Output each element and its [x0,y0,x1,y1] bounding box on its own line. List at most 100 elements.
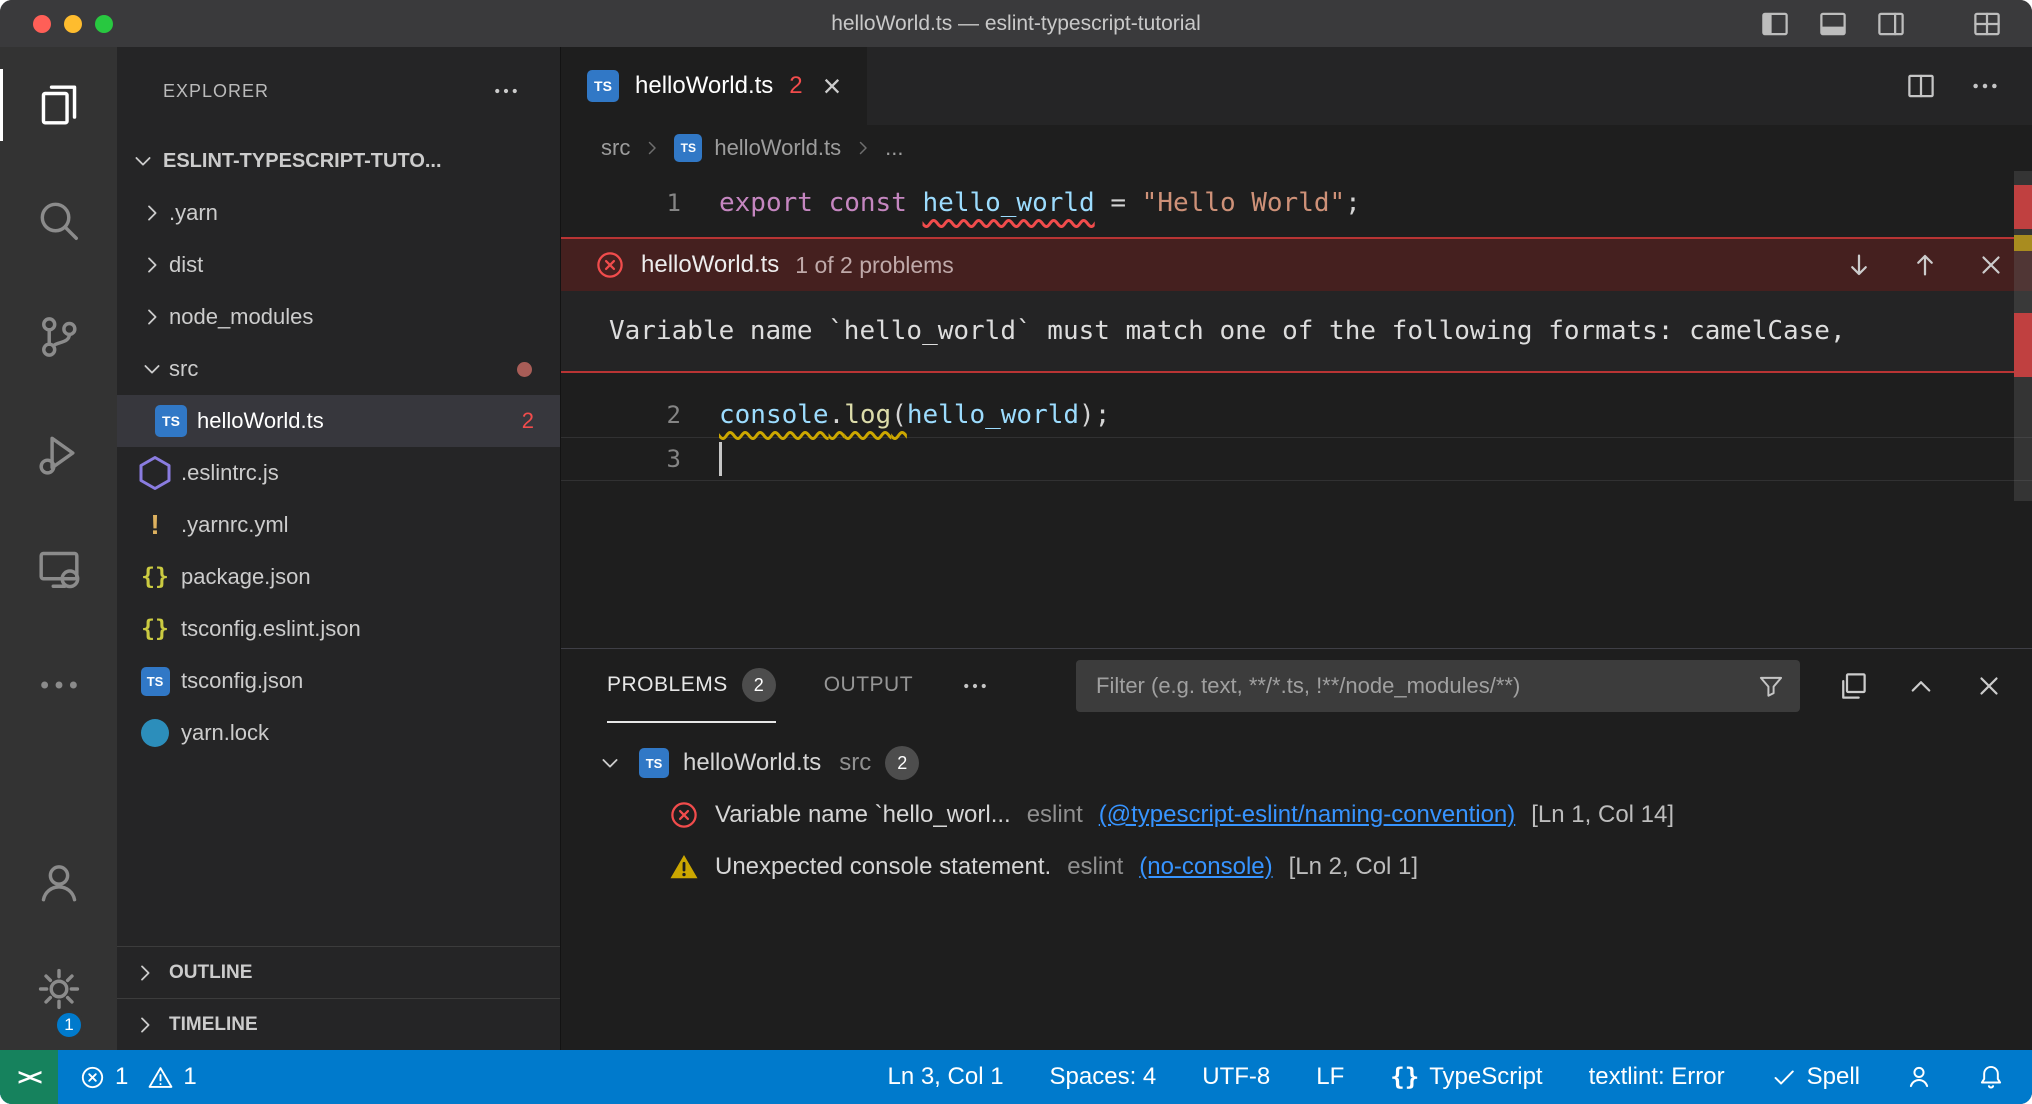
activity-item-search[interactable] [0,163,117,279]
problems-filter [1076,660,1800,712]
file-item--yarnrc-yml[interactable]: !.yarnrc.yml [117,499,560,551]
outline-section-header[interactable]: OUTLINE [117,946,560,998]
problem-rule-link[interactable]: (no-console) [1139,853,1272,881]
code-token: ); [1079,400,1110,430]
problems-file-group[interactable]: TS helloWorld.ts src 2 [561,737,2032,789]
remote-explorer-icon [36,546,82,592]
split-editor-icon[interactable] [1906,71,1936,101]
titlebar: helloWorld.ts — eslint-typescript-tutori… [0,0,2032,47]
peek-actions [1844,250,2006,280]
toggle-panel-icon[interactable] [1818,9,1848,39]
activity-item-remote-explorer[interactable] [0,511,117,627]
close-tab-icon[interactable]: × [823,70,842,102]
filter-input[interactable] [1096,673,1758,699]
sidebar-more-actions-icon[interactable] [492,77,520,105]
status-item-typescript[interactable]: {}TypeScript [1390,1050,1542,1104]
file-item-dist[interactable]: dist [117,239,560,291]
status-item-utf-8[interactable]: UTF-8 [1202,1050,1270,1104]
file-item-node-modules[interactable]: node_modules [117,291,560,343]
customize-layout-icon[interactable] [1972,9,2002,39]
outline-label: OUTLINE [169,962,252,984]
activity-item-explorer[interactable] [0,47,117,163]
file-item-tsconfig-json[interactable]: TStsconfig.json [117,655,560,707]
ts-file-icon: TS [155,405,187,437]
tab-bar: TS helloWorld.ts 2 × [561,47,2032,125]
activity-item-accounts[interactable] [0,830,117,936]
close-peek-icon[interactable] [1976,250,2006,280]
tab-label: helloWorld.ts [635,72,773,100]
activity-item-source-control[interactable] [0,279,117,395]
folder-modified-dot-icon [517,362,532,377]
file-label: helloWorld.ts [197,408,324,434]
problems-tab-label: PROBLEMS [607,673,728,697]
file-item--eslintrc-js[interactable]: .eslintrc.js [117,447,560,499]
problem-peek-widget: helloWorld.ts 1 of 2 problems Variable n… [561,237,2032,373]
yarn-icon [141,719,169,747]
filter-icon[interactable] [1758,673,1784,699]
previous-problem-icon[interactable] [1910,250,1940,280]
breadcrumb-separator-icon [642,138,662,158]
status-item-textlint-error[interactable]: textlint: Error [1589,1050,1725,1104]
activity-item-run-debug[interactable] [0,395,117,511]
activity-bar-top [0,47,117,743]
tab-problems[interactable]: PROBLEMS 2 [607,649,776,723]
status-item-bell[interactable] [1978,1050,2004,1104]
panel-more-tabs-icon[interactable] [961,672,989,700]
code-line-1[interactable]: 1export const hello_world = "Hello World… [561,181,2032,225]
problem-rule-link[interactable]: (@typescript-eslint/naming-convention) [1099,801,1516,829]
project-root-row[interactable]: ESLINT-TYPESCRIPT-TUTO... [117,135,560,187]
code-text: console.log(hello_world); [681,400,1110,430]
move-panel-icon[interactable] [1838,671,1868,701]
problem-row-error[interactable]: Variable name `hello_worl...eslint(@type… [561,789,2032,841]
code-line-2[interactable]: 2console.log(hello_world); [561,393,2032,437]
status-item-feedback[interactable] [1906,1050,1932,1104]
chevron-down-icon [595,751,625,775]
chevron-down-icon [131,149,155,173]
close-window-button[interactable] [33,15,51,33]
problem-location: [Ln 1, Col 14] [1531,801,1674,829]
zoom-window-button[interactable] [95,15,113,33]
file-item-helloworld-ts[interactable]: TShelloWorld.ts2 [117,395,560,447]
file-item--yarn[interactable]: .yarn [117,187,560,239]
activity-item-settings[interactable]: 1 [0,936,117,1042]
file-label: src [169,356,198,382]
folder-chevron-icon [135,253,169,277]
tab-output[interactable]: OUTPUT [824,649,913,723]
yarn-lock-file-icon [135,719,175,747]
breadcrumb-file[interactable]: helloWorld.ts [714,135,841,161]
problem-rows: Variable name `hello_worl...eslint(@type… [561,789,2032,893]
toggle-secondary-sidebar-icon[interactable] [1876,9,1906,39]
peek-message[interactable]: Variable name `hello_world` must match o… [561,291,2032,371]
timeline-section-header[interactable]: TIMELINE [117,998,560,1050]
code-line-3[interactable]: 3 [561,437,2032,481]
warning-icon [148,1065,173,1090]
breadcrumb-folder[interactable]: src [601,135,630,161]
breadcrumb-symbol[interactable]: ... [885,135,903,161]
problem-source: eslint [1067,853,1123,881]
remote-indicator[interactable]: >< [0,1050,58,1104]
status-item-lf[interactable]: LF [1316,1050,1344,1104]
status-item-spaces-4[interactable]: Spaces: 4 [1050,1050,1157,1104]
editor-more-actions-icon[interactable] [1970,71,2000,101]
file-item-src[interactable]: src [117,343,560,395]
maximize-panel-icon[interactable] [1906,671,1936,701]
file-item-package-json[interactable]: {}package.json [117,551,560,603]
minimize-window-button[interactable] [64,15,82,33]
close-panel-icon[interactable] [1974,671,2004,701]
bottom-panel: PROBLEMS 2 OUTPUT [561,648,2032,1050]
tab-helloworld-ts[interactable]: TS helloWorld.ts 2 × [561,47,867,125]
status-item-ln-3-col-1[interactable]: Ln 3, Col 1 [887,1050,1003,1104]
activity-item-more-views[interactable] [0,627,117,743]
next-problem-icon[interactable] [1844,250,1874,280]
toggle-sidebar-icon[interactable] [1760,9,1790,39]
status-item-spell[interactable]: Spell [1771,1050,1860,1104]
helloworld-ts-file-icon: TS [151,405,191,437]
status-problems[interactable]: 1 1 [58,1050,229,1104]
bell-icon [1978,1064,2004,1090]
problem-row-warning[interactable]: Unexpected console statement.eslint(no-c… [561,841,2032,893]
code-token: const [829,188,907,218]
status-label: Spell [1807,1063,1860,1091]
file-item-yarn-lock[interactable]: yarn.lock [117,707,560,759]
code-editor[interactable]: 1export const hello_world = "Hello World… [561,171,2032,648]
file-item-tsconfig-eslint-json[interactable]: {}tsconfig.eslint.json [117,603,560,655]
